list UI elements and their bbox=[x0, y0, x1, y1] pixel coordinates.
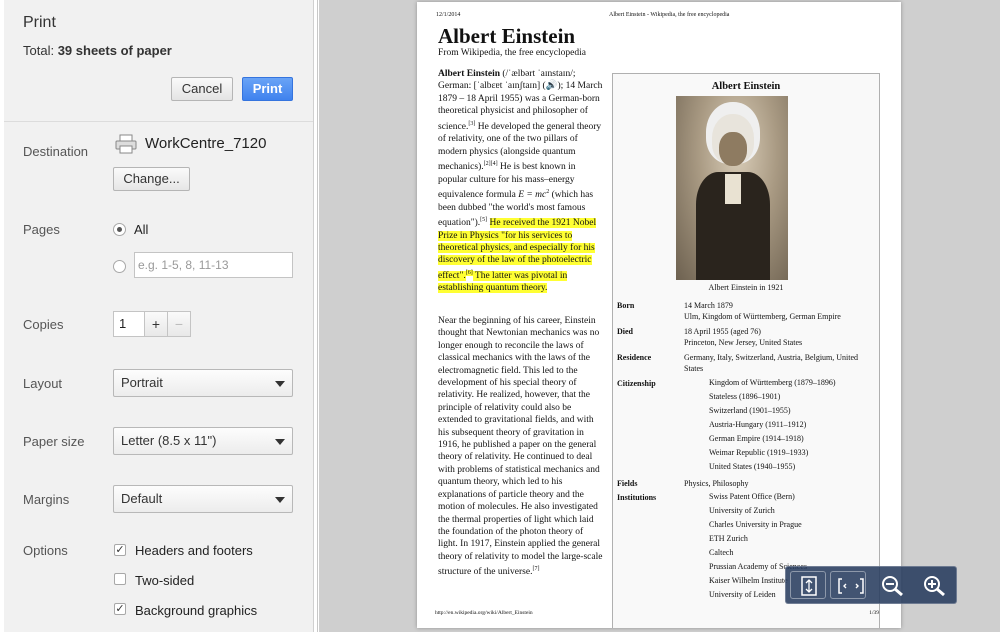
row-value: 18 April 1955 (aged 76) Princeton, New J… bbox=[684, 327, 803, 347]
pages-custom-radio[interactable] bbox=[113, 260, 126, 273]
row-key: Fields bbox=[617, 479, 638, 488]
row-value: Physics, Philosophy bbox=[684, 479, 749, 488]
row-key: Died bbox=[617, 327, 633, 336]
paper-size-label: Paper size bbox=[23, 434, 85, 449]
copies-label: Copies bbox=[23, 317, 64, 332]
einstein-portrait-image bbox=[676, 96, 788, 280]
two-sided-checkbox[interactable] bbox=[114, 573, 126, 585]
citizenship-list: Kingdom of Württemberg (1879–1896) Statel… bbox=[709, 376, 836, 474]
article-paragraph-1: Albert Einstein (/ˈælbərt ˈaɪnstaɪn/; Ge… bbox=[438, 68, 605, 295]
citation: [7] bbox=[532, 566, 540, 573]
row-key: Citizenship bbox=[617, 379, 656, 388]
pages-all-radio[interactable] bbox=[113, 223, 126, 236]
institution-item: Caltech bbox=[709, 548, 734, 557]
citizenship-item: German Empire (1914–1918) bbox=[709, 434, 804, 443]
citizenship-item: Austria-Hungary (1911–1912) bbox=[709, 420, 807, 429]
destination-name: WorkCentre_7120 bbox=[145, 135, 267, 152]
margins-value: Default bbox=[121, 491, 163, 506]
row-value: Germany, Italy, Switzerland, Austria, Be… bbox=[684, 353, 859, 373]
paper-size-value: Letter (8.5 x 11") bbox=[121, 433, 217, 448]
page-footer-url: http://en.wikipedia.org/wiki/Albert_Eins… bbox=[435, 610, 533, 616]
background-graphics-label: Background graphics bbox=[135, 603, 258, 618]
zoom-out-button[interactable] bbox=[874, 571, 910, 599]
article-title: Albert Einstein bbox=[438, 24, 576, 48]
page-header-title: Albert Einstein - Wikipedia, the free en… bbox=[609, 12, 730, 18]
paragraph-text: Near the beginning of his career, Einste… bbox=[438, 316, 603, 578]
row-key: Residence bbox=[617, 353, 652, 362]
copies-increment-button[interactable]: + bbox=[144, 311, 168, 337]
lead-name: Albert Einstein bbox=[438, 69, 501, 79]
zoom-in-button[interactable] bbox=[916, 571, 952, 599]
citizenship-item: Weimar Republic (1919–1933) bbox=[709, 448, 809, 457]
citizenship-item: Kingdom of Württemberg (1879–1896) bbox=[709, 378, 836, 387]
checkmark-icon: ✓ bbox=[115, 544, 125, 556]
destination-label: Destination bbox=[23, 144, 89, 159]
copies-decrement-button[interactable]: − bbox=[167, 311, 191, 337]
pages-all-label: All bbox=[134, 222, 149, 237]
print-button[interactable]: Print bbox=[242, 77, 293, 101]
fit-to-page-icon bbox=[801, 576, 817, 596]
row-key: Born bbox=[617, 301, 635, 310]
institution-item: Swiss Patent Office (Bern) bbox=[709, 492, 795, 501]
layout-label: Layout bbox=[23, 376, 63, 391]
citation: [5] bbox=[480, 216, 488, 223]
zoom-out-icon bbox=[882, 576, 903, 597]
citation: [6] bbox=[465, 269, 473, 276]
cancel-button[interactable]: Cancel bbox=[171, 77, 233, 101]
background-graphics-checkbox[interactable]: ✓ bbox=[114, 603, 126, 615]
total-value: 39 sheets of paper bbox=[57, 43, 172, 58]
row-key: Institutions bbox=[617, 493, 657, 502]
dialog-title: Print bbox=[23, 14, 56, 31]
institution-item: Charles University in Prague bbox=[709, 520, 802, 529]
checkmark-icon: ✓ bbox=[115, 603, 125, 615]
margins-select[interactable]: Default bbox=[113, 485, 293, 513]
chevron-down-icon bbox=[275, 381, 285, 387]
printer-icon bbox=[115, 134, 137, 154]
two-sided-label: Two-sided bbox=[135, 573, 195, 588]
options-label: Options bbox=[23, 543, 68, 558]
pages-label: Pages bbox=[23, 222, 60, 237]
fit-width-button[interactable] bbox=[830, 571, 866, 599]
institution-item: ETH Zurich bbox=[709, 534, 748, 543]
paper-size-select[interactable]: Letter (8.5 x 11") bbox=[113, 427, 293, 455]
citizenship-item: Stateless (1896–1901) bbox=[709, 392, 781, 401]
formula: E = mc bbox=[518, 190, 547, 201]
print-header: Print Total: 39 sheets of paper Cancel P… bbox=[4, 0, 313, 122]
article-paragraph-2: Near the beginning of his career, Einste… bbox=[438, 315, 605, 579]
chevron-down-icon bbox=[275, 497, 285, 503]
fit-to-page-button[interactable] bbox=[790, 571, 826, 599]
print-sidebar: Print Total: 39 sheets of paper Cancel P… bbox=[4, 0, 314, 632]
page-footer-number: 1/39 bbox=[869, 610, 879, 616]
citizenship-item: United States (1940–1955) bbox=[709, 462, 796, 471]
print-preview-area: 12/1/2014 Albert Einstein - Wikipedia, t… bbox=[319, 0, 1000, 632]
change-destination-button[interactable]: Change... bbox=[113, 167, 190, 191]
chevron-down-icon bbox=[275, 439, 285, 445]
total-sheets: Total: 39 sheets of paper bbox=[23, 43, 172, 58]
zoom-in-icon bbox=[924, 576, 945, 597]
layout-select[interactable]: Portrait bbox=[113, 369, 293, 397]
citizenship-item: Switzerland (1901–1955) bbox=[709, 406, 791, 415]
pages-range-input[interactable]: e.g. 1-5, 8, 11-13 bbox=[134, 252, 293, 278]
infobox: Albert Einstein Albert Einstein in 1921 … bbox=[612, 73, 880, 628]
image-caption: Albert Einstein in 1921 bbox=[708, 283, 784, 292]
institution-item: University of Zurich bbox=[709, 506, 775, 515]
article-subtitle: From Wikipedia, the free encyclopedia bbox=[438, 48, 586, 58]
margins-label: Margins bbox=[23, 492, 70, 507]
copies-input[interactable]: 1 bbox=[113, 311, 145, 337]
headers-footers-label: Headers and footers bbox=[135, 543, 253, 558]
layout-value: Portrait bbox=[121, 375, 163, 390]
row-value: 14 March 1879 Ulm, Kingdom of Württember… bbox=[684, 301, 841, 321]
total-label: Total: bbox=[23, 43, 55, 58]
preview-page: 12/1/2014 Albert Einstein - Wikipedia, t… bbox=[417, 2, 901, 628]
page-header-date: 12/1/2014 bbox=[436, 12, 461, 18]
headers-footers-checkbox[interactable]: ✓ bbox=[114, 544, 126, 556]
zoom-toolbar bbox=[785, 566, 957, 604]
fit-width-icon bbox=[838, 578, 864, 594]
citation: [2][4] bbox=[483, 161, 498, 167]
infobox-title: Albert Einstein bbox=[711, 81, 781, 92]
